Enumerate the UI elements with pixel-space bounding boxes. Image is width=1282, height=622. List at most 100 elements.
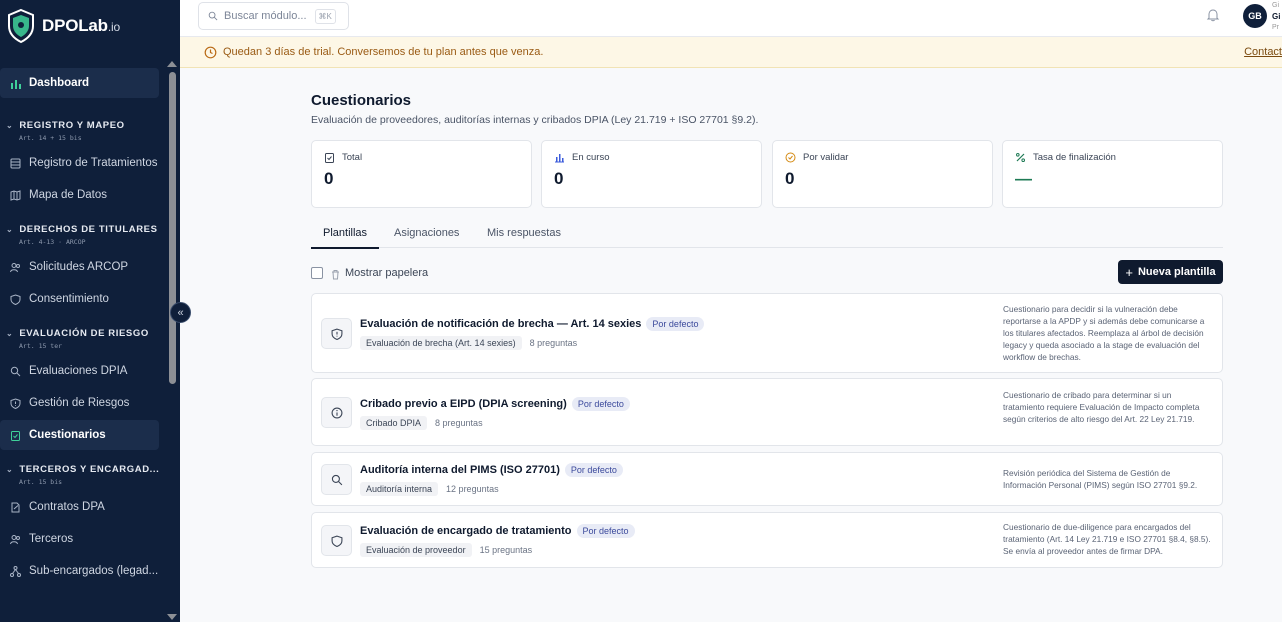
sidebar-item-gestion-riesgos[interactable]: Gestión de Riesgos xyxy=(0,388,159,418)
template-card[interactable]: Evaluación de encargado de tratamiento Po… xyxy=(311,512,1223,568)
sidebar-item-label: Mapa de Datos xyxy=(29,189,107,201)
show-trash-label[interactable]: Mostrar papelera xyxy=(345,267,428,279)
section-title: DERECHOS DE TITULARES xyxy=(19,224,158,235)
stat-card-total: Total 0 xyxy=(311,140,532,208)
logo[interactable]: DPOLab.io xyxy=(0,0,180,52)
info-circle-icon xyxy=(321,397,352,428)
sidebar-item-label: Cuestionarios xyxy=(29,429,106,441)
sidebar-item-label: Registro de Tratamientos xyxy=(29,157,158,169)
section-title: EVALUACIÓN DE RIESGO xyxy=(19,328,149,339)
template-description: Cuestionario de due-diligence para encar… xyxy=(1003,522,1211,556)
shield-icon xyxy=(321,525,352,556)
template-type-tag: Cribado DPIA xyxy=(360,416,428,430)
avatar[interactable]: GB xyxy=(1243,4,1267,28)
sidebar-section-registro[interactable]: ⌄ REGISTRO Y MAPEO Art. 14 + 15 bis xyxy=(0,120,165,142)
sidebar-item-dashboard[interactable]: Dashboard xyxy=(0,68,159,98)
default-badge: Por defecto xyxy=(571,397,630,411)
stat-value: 0 xyxy=(785,169,795,188)
sidebar-item-label: Terceros xyxy=(29,533,74,545)
stat-card-en-curso: En curso 0 xyxy=(541,140,762,208)
sidebar-scrollbar-thumb[interactable] xyxy=(169,72,176,384)
file-signature-icon xyxy=(8,500,22,514)
page-title: Cuestionarios xyxy=(311,92,412,109)
network-icon xyxy=(8,564,22,578)
template-description: Revisión periódica del Sistema de Gestió… xyxy=(1003,468,1198,490)
sidebar-nav: Dashboard ⌄ REGISTRO Y MAPEO Art. 14 + 15… xyxy=(0,64,165,586)
trash-icon xyxy=(330,267,341,280)
template-card[interactable]: Evaluación de notificación de brecha — A… xyxy=(311,293,1223,373)
search-placeholder: Buscar módulo... xyxy=(224,10,307,22)
sidebar-item-mapa-datos[interactable]: Mapa de Datos xyxy=(0,180,159,210)
sidebar-section-evaluacion[interactable]: ⌄ EVALUACIÓN DE RIESGO Art. 15 ter xyxy=(0,328,165,350)
sidebar-item-terceros[interactable]: Terceros xyxy=(0,524,159,554)
page-subtitle: Evaluación de proveedores, auditorías in… xyxy=(311,114,759,126)
main-content: Cuestionarios Evaluación de proveedores,… xyxy=(311,92,1223,568)
sidebar-section-derechos[interactable]: ⌄ DERECHOS DE TITULARES Art. 4-13 · ARCOP xyxy=(0,224,165,246)
sidebar-item-sub-encargados[interactable]: Sub-encargados (legad... xyxy=(0,556,159,586)
stat-card-por-validar: Por validar 0 xyxy=(772,140,993,208)
map-icon xyxy=(8,188,22,202)
new-template-button[interactable]: + Nueva plantilla xyxy=(1118,260,1223,284)
default-badge: Por defecto xyxy=(646,317,705,331)
sidebar-item-label: Sub-encargados (legad... xyxy=(29,565,159,577)
users-icon xyxy=(8,260,22,274)
stat-card-tasa-finalizacion: Tasa de finalización — xyxy=(1002,140,1223,208)
sidebar-item-contratos-dpa[interactable]: Contratos DPA xyxy=(0,492,159,522)
sidebar: DPOLab.io Dashboard ⌄ REGISTRO Y MAPEO Ar… xyxy=(0,0,180,622)
collapse-sidebar-button[interactable]: « xyxy=(170,302,191,323)
sidebar-item-cuestionarios[interactable]: Cuestionarios xyxy=(0,420,159,450)
show-trash-checkbox[interactable] xyxy=(311,267,323,279)
sidebar-item-evaluaciones-dpia[interactable]: Evaluaciones DPIA xyxy=(0,356,159,386)
sidebar-item-registro-tratamientos[interactable]: Registro de Tratamientos xyxy=(0,148,159,178)
question-count: 8 preguntas xyxy=(529,338,578,348)
default-badge: Por defecto xyxy=(576,524,635,538)
search-shortcut: ⌘K xyxy=(314,8,336,24)
sidebar-section-terceros[interactable]: ⌄ TERCEROS Y ENCARGAD... Art. 15 bis xyxy=(0,464,165,486)
chevron-down-icon: ⌄ xyxy=(6,225,14,234)
tab-mis-respuestas[interactable]: Mis respuestas xyxy=(487,227,561,245)
tab-asignaciones[interactable]: Asignaciones xyxy=(394,227,459,245)
template-type-tag: Auditoría interna xyxy=(360,482,439,496)
section-title: TERCEROS Y ENCARGAD... xyxy=(19,464,160,475)
user-role: Pr xyxy=(1272,24,1279,31)
chevron-down-icon: ⌄ xyxy=(6,465,14,474)
tab-plantillas[interactable]: Plantillas xyxy=(311,227,380,249)
bell-icon[interactable] xyxy=(1206,8,1222,24)
search-icon xyxy=(208,11,218,21)
scroll-down-arrow-icon[interactable] xyxy=(167,614,177,620)
template-title: Evaluación de encargado de tratamiento xyxy=(360,525,572,537)
sidebar-item-label: Consentimiento xyxy=(29,293,109,305)
template-title: Evaluación de notificación de brecha — A… xyxy=(360,318,642,330)
user-menu[interactable]: Gi Gi Pr xyxy=(1272,0,1282,34)
template-card[interactable]: Cribado previo a EIPD (DPIA screening) Po… xyxy=(311,378,1223,446)
question-count: 12 preguntas xyxy=(446,484,499,494)
default-badge: Por defecto xyxy=(564,463,623,477)
clock-icon xyxy=(204,46,217,58)
scroll-up-arrow-icon[interactable] xyxy=(167,61,177,67)
stat-label: En curso xyxy=(572,152,610,163)
bar-chart-icon xyxy=(8,76,22,90)
sidebar-item-solicitudes-arcop[interactable]: Solicitudes ARCOP xyxy=(0,252,159,282)
question-count: 15 preguntas xyxy=(479,545,533,555)
contact-link[interactable]: Contact xyxy=(1244,46,1282,58)
trial-banner: Quedan 3 días de trial. Conversemos de t… xyxy=(180,37,1282,68)
chevron-down-icon: ⌄ xyxy=(6,329,14,338)
clipboard-icon xyxy=(324,152,335,163)
clipboard-check-icon xyxy=(8,428,22,442)
user-name: Gi xyxy=(1272,12,1281,21)
stat-value: — xyxy=(1015,169,1032,188)
template-description: Cuestionario para decidir si la vulnerac… xyxy=(1003,304,1205,362)
section-subtitle: Art. 14 + 15 bis xyxy=(19,134,82,142)
sidebar-item-consentimiento[interactable]: Consentimiento xyxy=(0,284,159,314)
trial-banner-text: Quedan 3 días de trial. Conversemos de t… xyxy=(223,46,544,58)
users-icon xyxy=(8,532,22,546)
template-card[interactable]: Auditoría interna del PIMS (ISO 27701) Po… xyxy=(311,452,1223,506)
new-template-label: Nueva plantilla xyxy=(1137,266,1216,278)
search-input[interactable]: Buscar módulo... ⌘K xyxy=(198,2,349,30)
logo-text: DPOLab.io xyxy=(42,16,120,35)
shield-icon xyxy=(8,292,22,306)
template-title: Auditoría interna del PIMS (ISO 27701) xyxy=(360,464,560,476)
stat-label: Total xyxy=(342,152,363,163)
search-icon xyxy=(321,464,352,495)
shield-alert-icon xyxy=(321,318,352,349)
